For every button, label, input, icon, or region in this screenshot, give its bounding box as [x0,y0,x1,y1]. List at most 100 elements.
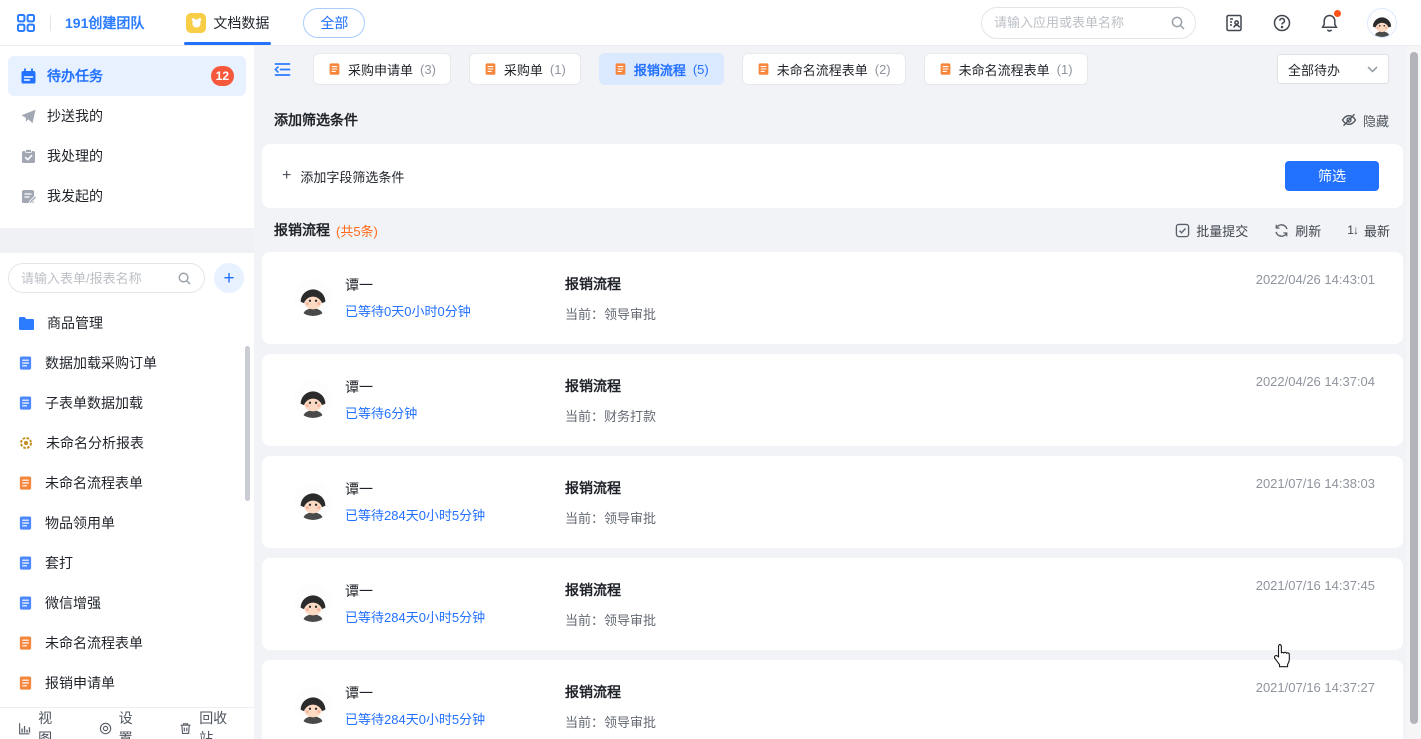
task-row[interactable]: 谭一 已等待284天0小时5分钟 报销流程 当前：领导审批 2021/07/16… [262,456,1403,548]
header-divider [50,15,51,31]
sidebar-report-item[interactable]: 未命名分析报表 [0,423,254,463]
tab-count: (5) [693,62,709,77]
timestamp: 2022/04/26 14:43:01 [1256,272,1375,287]
main-scrollbar-track[interactable] [1407,46,1421,739]
sidebar-footer: 视图 设置 回收站 [0,707,254,739]
team-name[interactable]: 191创建团队 [65,13,144,33]
tab-count: (1) [550,62,566,77]
sidebar: 待办任务 12 抄送我的 我处理的 我发起的 [0,46,254,739]
sidebar-item-handled-by-me[interactable]: 我处理的 [8,136,246,176]
sidebar-flow-form-item[interactable]: 未命名流程表单 [0,463,254,503]
list-header: 报销流程 (共5条) 批量提交 刷新 1↓ 最新 [274,208,1390,252]
flow-status: 当前：领导审批 [565,712,656,731]
hide-filter-button[interactable]: 隐藏 [1341,111,1389,130]
form-label: 套打 [45,553,73,573]
add-form-button[interactable]: + [214,263,244,293]
form-label: 微信增强 [45,593,101,613]
flow-title: 报销流程 [565,478,621,498]
timestamp: 2021/07/16 14:37:45 [1256,578,1375,593]
assignee-name: 谭一 [345,581,373,601]
task-row[interactable]: 谭一 已等待284天0小时5分钟 报销流程 当前：领导审批 2021/07/16… [262,558,1403,650]
waiting-time-link[interactable]: 已等待6分钟 [345,403,417,422]
settings-label: 设置 [119,708,143,739]
global-search-input[interactable] [981,7,1196,39]
sidebar-forms-panel: + 商品管理 数据加载采购订单 子表单数据加载 未命名分析报表 [0,253,254,739]
list-title: 报销流程 [274,220,330,240]
waiting-time-link[interactable]: 已等待0天0小时0分钟 [345,301,471,320]
sidebar-form-item[interactable]: 数据加载采购订单 [0,343,254,383]
folder-label: 商品管理 [47,313,103,333]
tab-count: (3) [420,62,436,77]
tab-label: 采购单 [504,60,543,79]
task-row[interactable]: 谭一 已等待6分钟 报销流程 当前：财务打款 2022/04/26 14:37:… [262,354,1403,446]
flow-title: 报销流程 [565,580,621,600]
filter-section-title: 添加筛选条件 [274,110,358,130]
tab-reimbursement-flow[interactable]: 报销流程 (5) [599,53,724,85]
recycle-bin-button[interactable]: 回收站 [179,708,236,739]
sidebar-form-item[interactable]: 子表单数据加载 [0,383,254,423]
assignee-name: 谭一 [345,479,373,499]
refresh-icon [1274,223,1289,238]
search-icon [177,271,192,286]
settings-button[interactable]: 设置 [99,708,144,739]
filter-submit-button[interactable]: 筛选 [1285,161,1379,191]
scope-all-pill[interactable]: 全部 [303,8,365,38]
sidebar-form-item[interactable]: 物品领用单 [0,503,254,543]
global-search-field[interactable] [994,15,1170,30]
form-search-field[interactable] [21,271,177,286]
task-row[interactable]: 谭一 已等待284天0小时5分钟 报销流程 当前：领导审批 2021/07/16… [262,660,1403,739]
sidebar-flow-form-item[interactable]: 未命名流程表单 [0,623,254,663]
tab-purchase-request[interactable]: 采购申请单 (3) [313,53,451,85]
collapse-sidebar-icon[interactable] [274,62,291,77]
task-list: 谭一 已等待0天0小时0分钟 报销流程 当前：领导审批 2022/04/26 1… [262,252,1403,739]
app-tab-label: 文档数据 [213,13,269,33]
timestamp: 2021/07/16 14:37:27 [1256,680,1375,695]
sidebar-item-label: 我处理的 [47,146,103,166]
main-scrollbar-thumb[interactable] [1410,52,1418,724]
sidebar-scrollbar[interactable] [245,346,250,501]
timestamp: 2021/07/16 14:38:03 [1256,476,1375,491]
main-content: 采购申请单 (3) 采购单 (1) 报销流程 (5) 未命名流程表单 (2) 未… [254,46,1421,739]
user-avatar[interactable] [1367,8,1397,38]
batch-submit-label: 批量提交 [1196,221,1248,240]
top-header: 191创建团队 文档数据 全部 [0,0,1421,46]
sidebar-form-item[interactable]: 套打 [0,543,254,583]
flow-status: 当前：领导审批 [565,508,656,527]
refresh-button[interactable]: 刷新 [1274,221,1321,240]
add-field-filter-button[interactable]: + 添加字段筛选条件 [282,167,404,186]
refresh-label: 刷新 [1295,221,1321,240]
tab-document-data[interactable]: 文档数据 [184,0,271,45]
form-search-input[interactable] [8,263,205,293]
app-icon [186,13,206,33]
help-icon[interactable] [1272,13,1292,33]
list-count: (共5条) [336,221,378,240]
sidebar-item-todo-tasks[interactable]: 待办任务 12 [8,56,246,96]
add-field-label: 添加字段筛选条件 [300,167,404,186]
sort-newest-button[interactable]: 1↓ 最新 [1347,221,1390,240]
waiting-time-link[interactable]: 已等待284天0小时5分钟 [345,607,485,626]
notification-bell-icon[interactable] [1320,13,1339,33]
todo-filter-value: 全部待办 [1288,60,1340,79]
sidebar-form-item[interactable]: 微信增强 [0,583,254,623]
task-row[interactable]: 谭一 已等待0天0小时0分钟 报销流程 当前：领导审批 2022/04/26 1… [262,252,1403,344]
flow-title: 报销流程 [565,274,621,294]
tab-unnamed-flow-form-2[interactable]: 未命名流程表单 (2) [742,53,906,85]
assignee-name: 谭一 [345,683,373,703]
tab-purchase-order[interactable]: 采购单 (1) [469,53,581,85]
avatar [294,686,332,724]
form-list: 商品管理 数据加载采购订单 子表单数据加载 未命名分析报表 未命名流程表单 [0,299,254,707]
tab-unnamed-flow-form-1[interactable]: 未命名流程表单 (1) [924,53,1088,85]
app-grid-icon[interactable] [16,13,36,33]
sidebar-flow-form-item[interactable]: 报销申请单 [0,663,254,703]
todo-filter-select[interactable]: 全部待办 [1277,54,1389,84]
sidebar-folder-item[interactable]: 商品管理 [0,303,254,343]
waiting-time-link[interactable]: 已等待284天0小时5分钟 [345,709,485,728]
waiting-time-link[interactable]: 已等待284天0小时5分钟 [345,505,485,524]
batch-submit-button[interactable]: 批量提交 [1175,221,1248,240]
sidebar-nav-panel: 待办任务 12 抄送我的 我处理的 我发起的 [0,46,254,228]
sidebar-item-initiated-by-me[interactable]: 我发起的 [8,176,246,216]
sidebar-item-label: 抄送我的 [47,106,103,126]
views-button[interactable]: 视图 [18,708,63,739]
sidebar-item-cc-to-me[interactable]: 抄送我的 [8,96,246,136]
contacts-icon[interactable] [1224,13,1244,33]
